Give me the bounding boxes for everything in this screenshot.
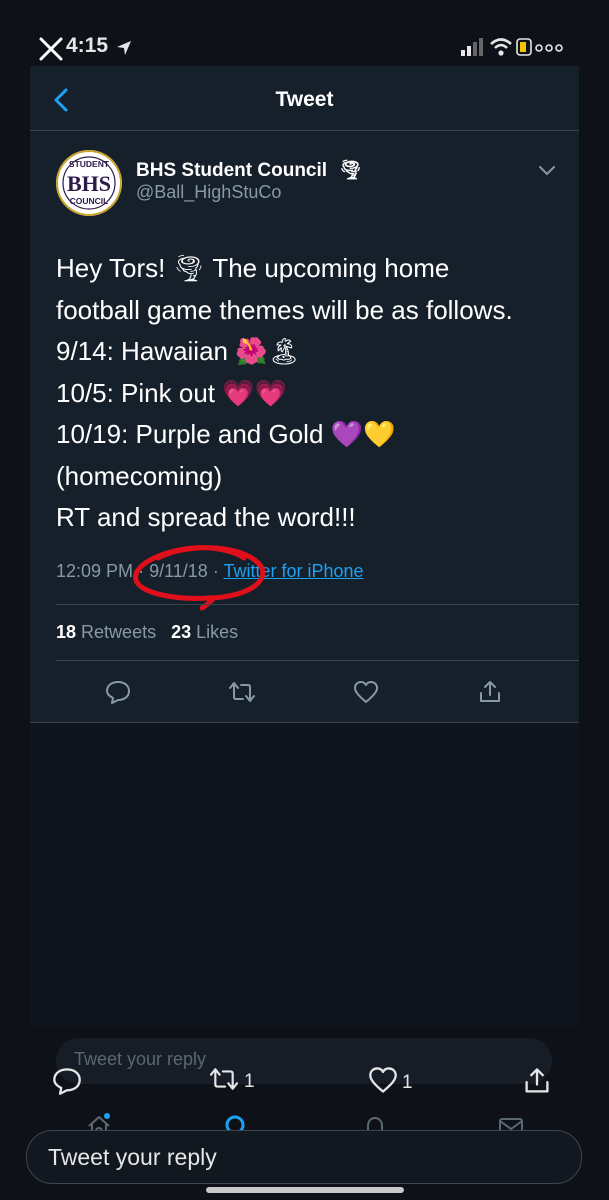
tweet-text: Hey Tors! 🌪 The upcoming home football g…	[56, 248, 566, 539]
reply-icon[interactable]	[52, 1066, 82, 1096]
background-tweet-actions: 1 1	[50, 1066, 570, 1102]
retweet-count: 1	[244, 1071, 255, 1092]
signal-icon	[461, 38, 483, 56]
author-handle[interactable]: @Ball_HighStuCo	[136, 182, 281, 203]
home-indicator[interactable]	[206, 1187, 404, 1193]
avatar[interactable]: STUDENT BHS COUNCIL	[56, 150, 122, 216]
likes-label: Likes	[196, 622, 239, 642]
retweets-label: Retweets	[81, 622, 157, 642]
reply-icon[interactable]	[98, 672, 138, 712]
annotation-circle	[128, 538, 270, 614]
share-icon[interactable]	[522, 1066, 552, 1096]
retweet-icon[interactable]	[222, 672, 262, 712]
tweet-line: 10/19: Purple and Gold 💜💛	[56, 419, 396, 449]
tweet-line: 10/5: Pink out 💗💗	[56, 377, 287, 408]
tweet-line: Hey Tors! 🌪 The upcoming home	[56, 253, 450, 283]
tweet-line: RT and spread the word!!!	[56, 502, 356, 532]
tweet-line: (homecoming)	[56, 460, 223, 491]
header-divider	[30, 130, 579, 131]
reply-placeholder: Tweet your reply	[48, 1144, 217, 1170]
divider	[56, 604, 579, 605]
share-icon[interactable]	[470, 672, 510, 712]
wifi-icon	[490, 38, 512, 56]
likes-count: 23	[171, 622, 192, 642]
avatar-bottom-text: COUNCIL	[70, 196, 109, 206]
media-area	[30, 723, 579, 1026]
like-count: 1	[402, 1072, 413, 1093]
chevron-down-icon[interactable]	[538, 164, 556, 178]
status-icons	[461, 36, 571, 58]
location-arrow-icon	[116, 40, 132, 56]
like-icon	[368, 1066, 398, 1100]
author-name[interactable]: BHS Student Council 🌪	[136, 158, 362, 182]
tweet-line: 9/14: Hawaiian 🌺🏝	[56, 336, 301, 366]
tweet-time: 12:09 PM	[56, 561, 134, 581]
battery-icon	[516, 38, 563, 56]
avatar-top-text: STUDENT	[69, 159, 110, 169]
page-title: Tweet	[275, 88, 334, 111]
tweet-stats[interactable]: 18 Retweets 23 Likes	[56, 622, 238, 643]
tweet-line: football game themes will be as follows.	[56, 294, 513, 325]
tornado-emoji: 🌪	[338, 160, 363, 181]
retweet-button[interactable]: 1	[208, 1066, 255, 1098]
author-name-text: BHS Student Council	[136, 160, 328, 181]
avatar-middle-text: BHS	[67, 171, 111, 196]
close-icon[interactable]	[38, 36, 64, 62]
tweet-actions	[56, 672, 546, 712]
retweets-count: 18	[56, 622, 77, 642]
status-time: 4:15	[66, 34, 109, 57]
retweet-icon	[208, 1066, 240, 1098]
divider	[56, 660, 579, 661]
like-button[interactable]: 1	[368, 1066, 413, 1100]
like-icon[interactable]	[346, 672, 386, 712]
